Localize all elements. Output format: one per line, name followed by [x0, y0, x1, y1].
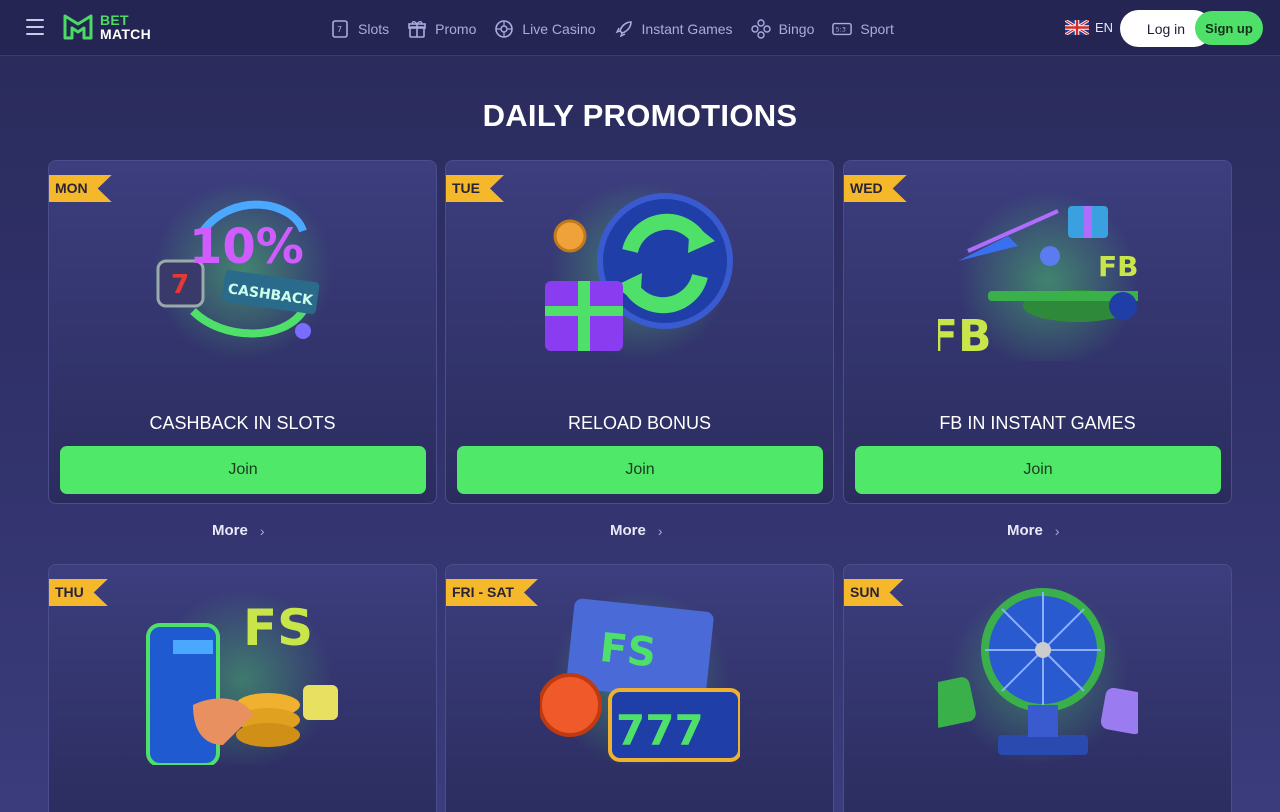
day-ribbon: TUE	[446, 175, 504, 202]
join-button[interactable]: Join	[60, 446, 426, 494]
more-label: More	[610, 522, 646, 539]
day-ribbon: MON	[49, 175, 112, 202]
promo-card-wed: WED FB FB FB IN INSTANT GAMES Join	[843, 160, 1232, 504]
promo-card-sun: SUN	[843, 564, 1232, 812]
fb-text-large: FB	[938, 311, 992, 361]
nav-label: Promo	[435, 21, 477, 37]
svg-text:7: 7	[171, 270, 189, 300]
menu-icon[interactable]	[26, 19, 46, 37]
bingo-icon	[750, 19, 771, 39]
wheel-of-fortune-illustration	[938, 585, 1138, 765]
promo-card-fri-sat: FRI - SAT FS 777	[445, 564, 834, 812]
join-button[interactable]: Join	[457, 446, 823, 494]
logo-text: BET MATCH	[100, 13, 151, 41]
chevron-right-icon: ›	[1054, 522, 1060, 539]
more-link-mon[interactable]: More ›	[212, 522, 265, 539]
promo-title: CASHBACK IN SLOTS	[149, 413, 336, 433]
nav-bingo[interactable]: Bingo	[750, 19, 815, 39]
nav-label: Bingo	[778, 21, 815, 37]
logo-line2: MATCH	[100, 26, 152, 42]
cashback-percent-text: 10%	[189, 219, 304, 275]
free-spins-coins-illustration: FS	[146, 590, 338, 765]
more-link-tue[interactable]: More ›	[610, 522, 663, 539]
logo-mark-icon	[63, 14, 93, 40]
betmatch-logo[interactable]: BET MATCH	[62, 12, 151, 42]
nav-live-casino[interactable]: Live Casino	[494, 19, 596, 39]
slot-icon: 7	[332, 20, 348, 38]
day-ribbon: SUN	[844, 579, 904, 606]
nav-promo[interactable]: Promo	[407, 19, 476, 39]
main-nav: 7 Slots Promo Live Casino Instant Games …	[330, 16, 912, 42]
svg-text:7: 7	[337, 25, 342, 34]
more-label: More	[212, 522, 248, 539]
promo-card-tue: TUE RELOAD BONUS Join	[445, 160, 834, 504]
rocket-icon	[615, 21, 632, 38]
chevron-right-icon: ›	[657, 522, 663, 539]
more-label: More	[1007, 522, 1043, 539]
scoreboard-icon: 5:3	[832, 22, 853, 36]
promo-title: FB IN INSTANT GAMES	[939, 413, 1136, 433]
promo-card-thu: THU FS	[48, 564, 437, 812]
nav-slots[interactable]: 7 Slots	[330, 19, 389, 39]
fs-text: FS	[243, 599, 313, 657]
logo-line1: BET	[100, 12, 129, 28]
page-title: DAILY PROMOTIONS	[482, 98, 798, 133]
language-code: EN	[1095, 20, 1114, 35]
roulette-icon	[495, 20, 514, 38]
fb-instant-games-illustration: FB FB	[938, 191, 1138, 361]
nav-label: Live Casino	[522, 21, 596, 37]
svg-text:5:3: 5:3	[836, 27, 846, 34]
fs-text: FS	[598, 625, 659, 677]
sevens-text: 777	[616, 706, 704, 755]
top-header: BET MATCH 7 Slots Promo Live Casino Inst…	[0, 0, 1280, 56]
cashback-slots-illustration: 7 10% CASHBACK	[153, 181, 333, 361]
more-link-wed[interactable]: More ›	[1007, 522, 1060, 539]
promo-card-mon: MON 7 10% CASHBACK CASHBACK IN SLOTS Joi…	[48, 160, 437, 504]
nav-sport[interactable]: 5:3 Sport	[832, 19, 894, 39]
nav-instant-games[interactable]: Instant Games	[614, 19, 733, 39]
chevron-right-icon: ›	[259, 522, 265, 539]
language-selector[interactable]: EN	[1065, 20, 1113, 35]
gift-icon	[408, 21, 426, 38]
signup-button[interactable]: Sign up	[1195, 11, 1263, 45]
day-ribbon: FRI - SAT	[446, 579, 538, 606]
join-button[interactable]: Join	[855, 446, 1221, 494]
day-ribbon: THU	[49, 579, 108, 606]
nav-label: Slots	[358, 21, 390, 37]
reload-bonus-illustration	[545, 181, 733, 361]
free-spins-slot-illustration: FS 777	[540, 590, 740, 765]
fb-text-small: FB	[1098, 250, 1138, 283]
promo-title: RELOAD BONUS	[567, 413, 712, 433]
nav-label: Instant Games	[641, 21, 733, 37]
nav-label: Sport	[860, 21, 894, 37]
day-ribbon: WED	[844, 175, 907, 202]
uk-flag-icon	[1065, 20, 1089, 35]
